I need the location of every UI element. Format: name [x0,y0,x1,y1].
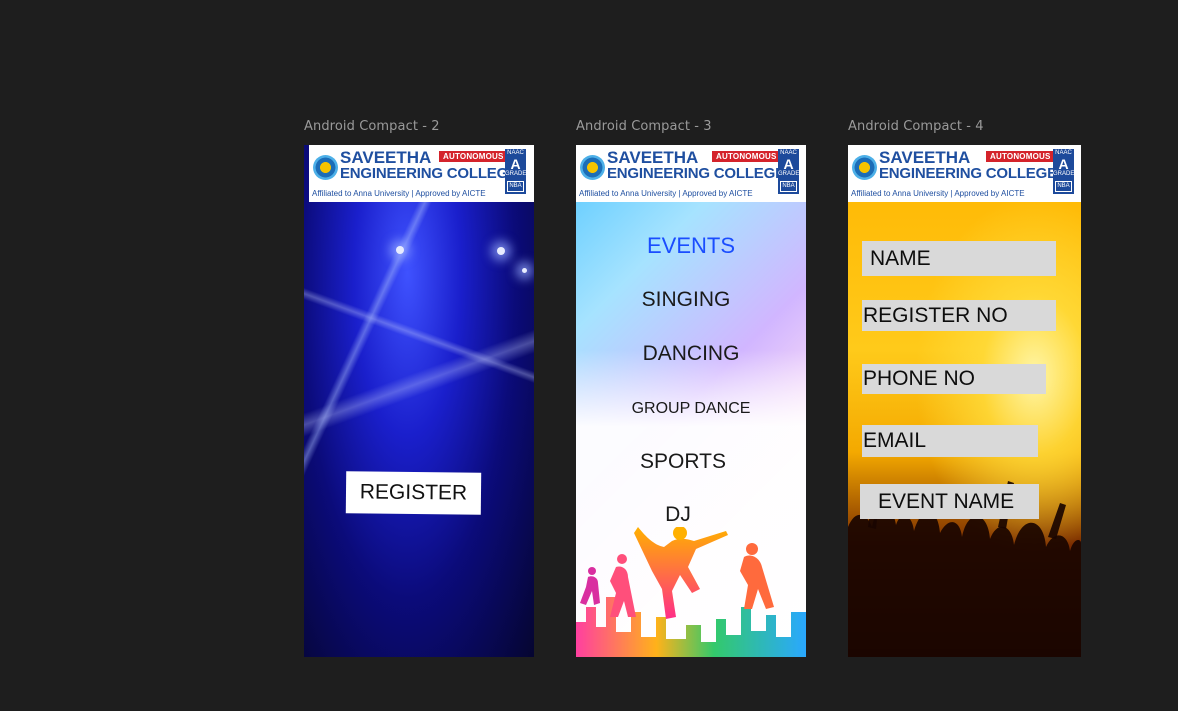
android-compact-4-frame[interactable]: SAVEETHA ENGINEERING COLLEGE AUTONOMOUS … [848,145,1081,657]
nba-logo-icon: NBA [780,181,797,192]
naac-grade-icon: NAAC A GRADE NBA [1053,149,1074,194]
college-name-line2: ENGINEERING COLLEGE [879,165,1057,182]
register-no-field[interactable]: REGISTER NO [862,300,1056,331]
nba-logo-icon: NBA [507,181,524,192]
event-item-sports[interactable]: SPORTS [576,450,798,474]
autonomous-badge: AUTONOMOUS [986,151,1055,162]
frame-label-4[interactable]: Android Compact - 4 [848,119,984,134]
college-banner: SAVEETHA ENGINEERING COLLEGE AUTONOMOUS … [848,145,1081,202]
email-field[interactable]: EMAIL [862,425,1038,457]
phone-no-field[interactable]: PHONE NO [862,364,1046,394]
android-compact-2-frame[interactable]: SAVEETHA ENGINEERING COLLEGE AUTONOMOUS … [304,145,534,657]
college-name-line2: ENGINEERING COLLEGE [340,165,518,182]
event-item-group-dance[interactable]: GROUP DANCE [576,400,806,418]
naac-grade-label: GRADE [1053,171,1075,177]
register-button[interactable]: REGISTER [345,471,482,515]
event-name-field[interactable]: EVENT NAME [860,484,1039,519]
runners-illustration [576,527,806,657]
nba-logo-icon: NBA [1055,181,1072,192]
event-item-dj[interactable]: DJ [576,503,793,527]
naac-grade: A [510,156,521,172]
autonomous-badge: AUTONOMOUS [712,151,781,162]
naac-grade-icon: NAAC A GRADE NBA [778,149,799,194]
college-banner: SAVEETHA ENGINEERING COLLEGE AUTONOMOUS … [309,145,534,202]
naac-grade-label: GRADE [505,171,527,177]
college-seal-icon [313,155,338,180]
stage-light-icon [522,268,527,273]
frame-label-2[interactable]: Android Compact - 2 [304,119,440,134]
event-item-singing[interactable]: SINGING [576,288,801,312]
name-field[interactable]: NAME [862,241,1056,276]
frame-label-3[interactable]: Android Compact - 3 [576,119,712,134]
naac-grade-label: GRADE [778,171,800,177]
affiliation-text: Affiliated to Anna University | Approved… [579,189,753,198]
college-banner: SAVEETHA ENGINEERING COLLEGE AUTONOMOUS … [576,145,806,202]
college-seal-icon [580,155,605,180]
android-compact-3-frame[interactable]: SAVEETHA ENGINEERING COLLEGE AUTONOMOUS … [576,145,806,657]
stage-light-icon [497,247,505,255]
events-heading: EVENTS [646,233,736,258]
naac-grade: A [1058,156,1069,172]
naac-grade-icon: NAAC A GRADE NBA [505,149,526,194]
autonomous-badge: AUTONOMOUS [439,151,508,162]
naac-grade: A [783,156,794,172]
college-name-line2: ENGINEERING COLLEGE [607,165,785,182]
affiliation-text: Affiliated to Anna University | Approved… [851,189,1025,198]
stage-light-icon [396,246,404,254]
affiliation-text: Affiliated to Anna University | Approved… [312,189,486,198]
college-seal-icon [852,155,877,180]
event-item-dancing[interactable]: DANCING [576,342,806,366]
